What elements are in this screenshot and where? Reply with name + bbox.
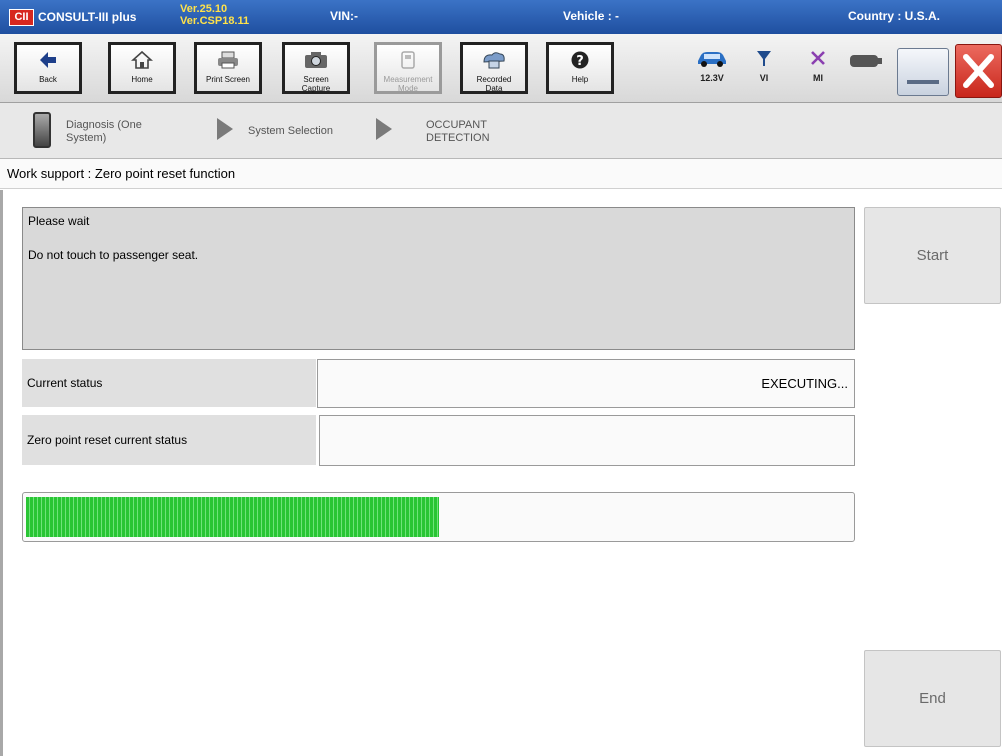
- help-label: Help: [571, 75, 589, 84]
- mi-status: MI: [806, 48, 830, 83]
- screen-capture-label-2: Capture: [301, 84, 331, 93]
- vehicle-label: Vehicle : -: [563, 9, 620, 23]
- antenna-icon: [752, 48, 776, 73]
- measurement-label-2: Mode: [397, 84, 418, 93]
- back-button[interactable]: Back: [14, 42, 82, 94]
- title-bar: CII CONSULT-III plus Ver.25.10 Ver.CSP18…: [0, 0, 1002, 34]
- home-label: Home: [131, 75, 153, 84]
- progress-bar-fill: [26, 497, 439, 537]
- version-info: Ver.25.10 Ver.CSP18.11: [180, 3, 249, 27]
- print-screen-label: Print Screen: [205, 75, 251, 84]
- home-icon: [111, 50, 173, 72]
- toolbar: Back Home Print Screen Screen Capture Me…: [0, 34, 1002, 103]
- recorded-label-1: Recorded: [476, 75, 512, 84]
- message-box: Please wait Do not touch to passenger se…: [22, 207, 855, 350]
- recorded-label-2: Data: [485, 84, 503, 93]
- close-button[interactable]: [955, 44, 1002, 98]
- vi-label: VI: [759, 73, 769, 83]
- current-status-value: EXECUTING...: [317, 359, 855, 408]
- message-line-2: Do not touch to passenger seat.: [28, 248, 199, 262]
- zero-point-status-value: [319, 415, 855, 466]
- message-line-1: Please wait: [28, 214, 90, 228]
- end-button[interactable]: End: [864, 650, 1001, 747]
- mi-disconnected-icon: [806, 48, 830, 73]
- app-logo: CII: [9, 9, 34, 26]
- version-main: Ver.25.10: [180, 3, 228, 15]
- breadcrumb-arrow-icon: [217, 118, 233, 140]
- printer-icon: [197, 50, 259, 72]
- help-icon: ?: [549, 50, 611, 72]
- breadcrumb-occupant-line2: DETECTION: [426, 132, 490, 144]
- back-label: Back: [39, 75, 57, 84]
- mi-label: MI: [813, 73, 823, 83]
- minimize-button[interactable]: [897, 48, 949, 96]
- version-csp: Ver.CSP18.11: [180, 15, 250, 27]
- start-button[interactable]: Start: [864, 207, 1001, 304]
- back-arrow-icon: [17, 50, 79, 72]
- screen-capture-label-1: Screen: [303, 75, 329, 84]
- breadcrumb-item-occupant-detection[interactable]: OCCUPANT DETECTION: [426, 119, 490, 145]
- breadcrumb-item-system-selection[interactable]: System Selection: [248, 125, 333, 138]
- vi-device-icon: [33, 112, 51, 148]
- device-status: [848, 52, 884, 74]
- battery-status: 12.3V: [694, 48, 730, 83]
- country-label: Country : U.S.A.: [848, 9, 940, 23]
- minimize-icon: [907, 80, 939, 84]
- zero-point-status-label: Zero point reset current status: [22, 415, 316, 465]
- svg-text:?: ?: [576, 54, 584, 69]
- app-name: CONSULT-III plus: [38, 10, 137, 24]
- voltage-label: 12.3V: [700, 73, 724, 83]
- breadcrumb: Diagnosis (One System) System Selection …: [0, 103, 1002, 159]
- recorded-data-icon: [463, 50, 525, 72]
- measurement-mode-button[interactable]: Measurement Mode: [374, 42, 442, 94]
- vi-status: VI: [752, 48, 776, 83]
- device-icon: [848, 52, 884, 74]
- car-icon: [694, 48, 730, 73]
- breadcrumb-item-diagnosis[interactable]: Diagnosis (One System): [66, 119, 142, 145]
- camera-icon: [285, 50, 347, 72]
- home-button[interactable]: Home: [108, 42, 176, 94]
- close-icon: [963, 54, 994, 88]
- vin-label: VIN:-: [330, 9, 358, 23]
- help-button[interactable]: ? Help: [546, 42, 614, 94]
- breadcrumb-arrow-icon: [376, 118, 392, 140]
- breadcrumb-occupant-line1: OCCUPANT: [426, 119, 487, 131]
- page-title: Work support : Zero point reset function: [0, 159, 1002, 189]
- breadcrumb-diagnosis-line2: System): [66, 132, 107, 144]
- measurement-icon: [377, 50, 439, 72]
- screen-capture-button[interactable]: Screen Capture: [282, 42, 350, 94]
- print-screen-button[interactable]: Print Screen: [194, 42, 262, 94]
- current-status-label: Current status: [22, 359, 316, 407]
- measurement-label-1: Measurement: [383, 75, 433, 84]
- progress-bar: [22, 492, 855, 542]
- recorded-data-button[interactable]: Recorded Data: [460, 42, 528, 94]
- breadcrumb-diagnosis-line1: Diagnosis (One: [66, 119, 142, 131]
